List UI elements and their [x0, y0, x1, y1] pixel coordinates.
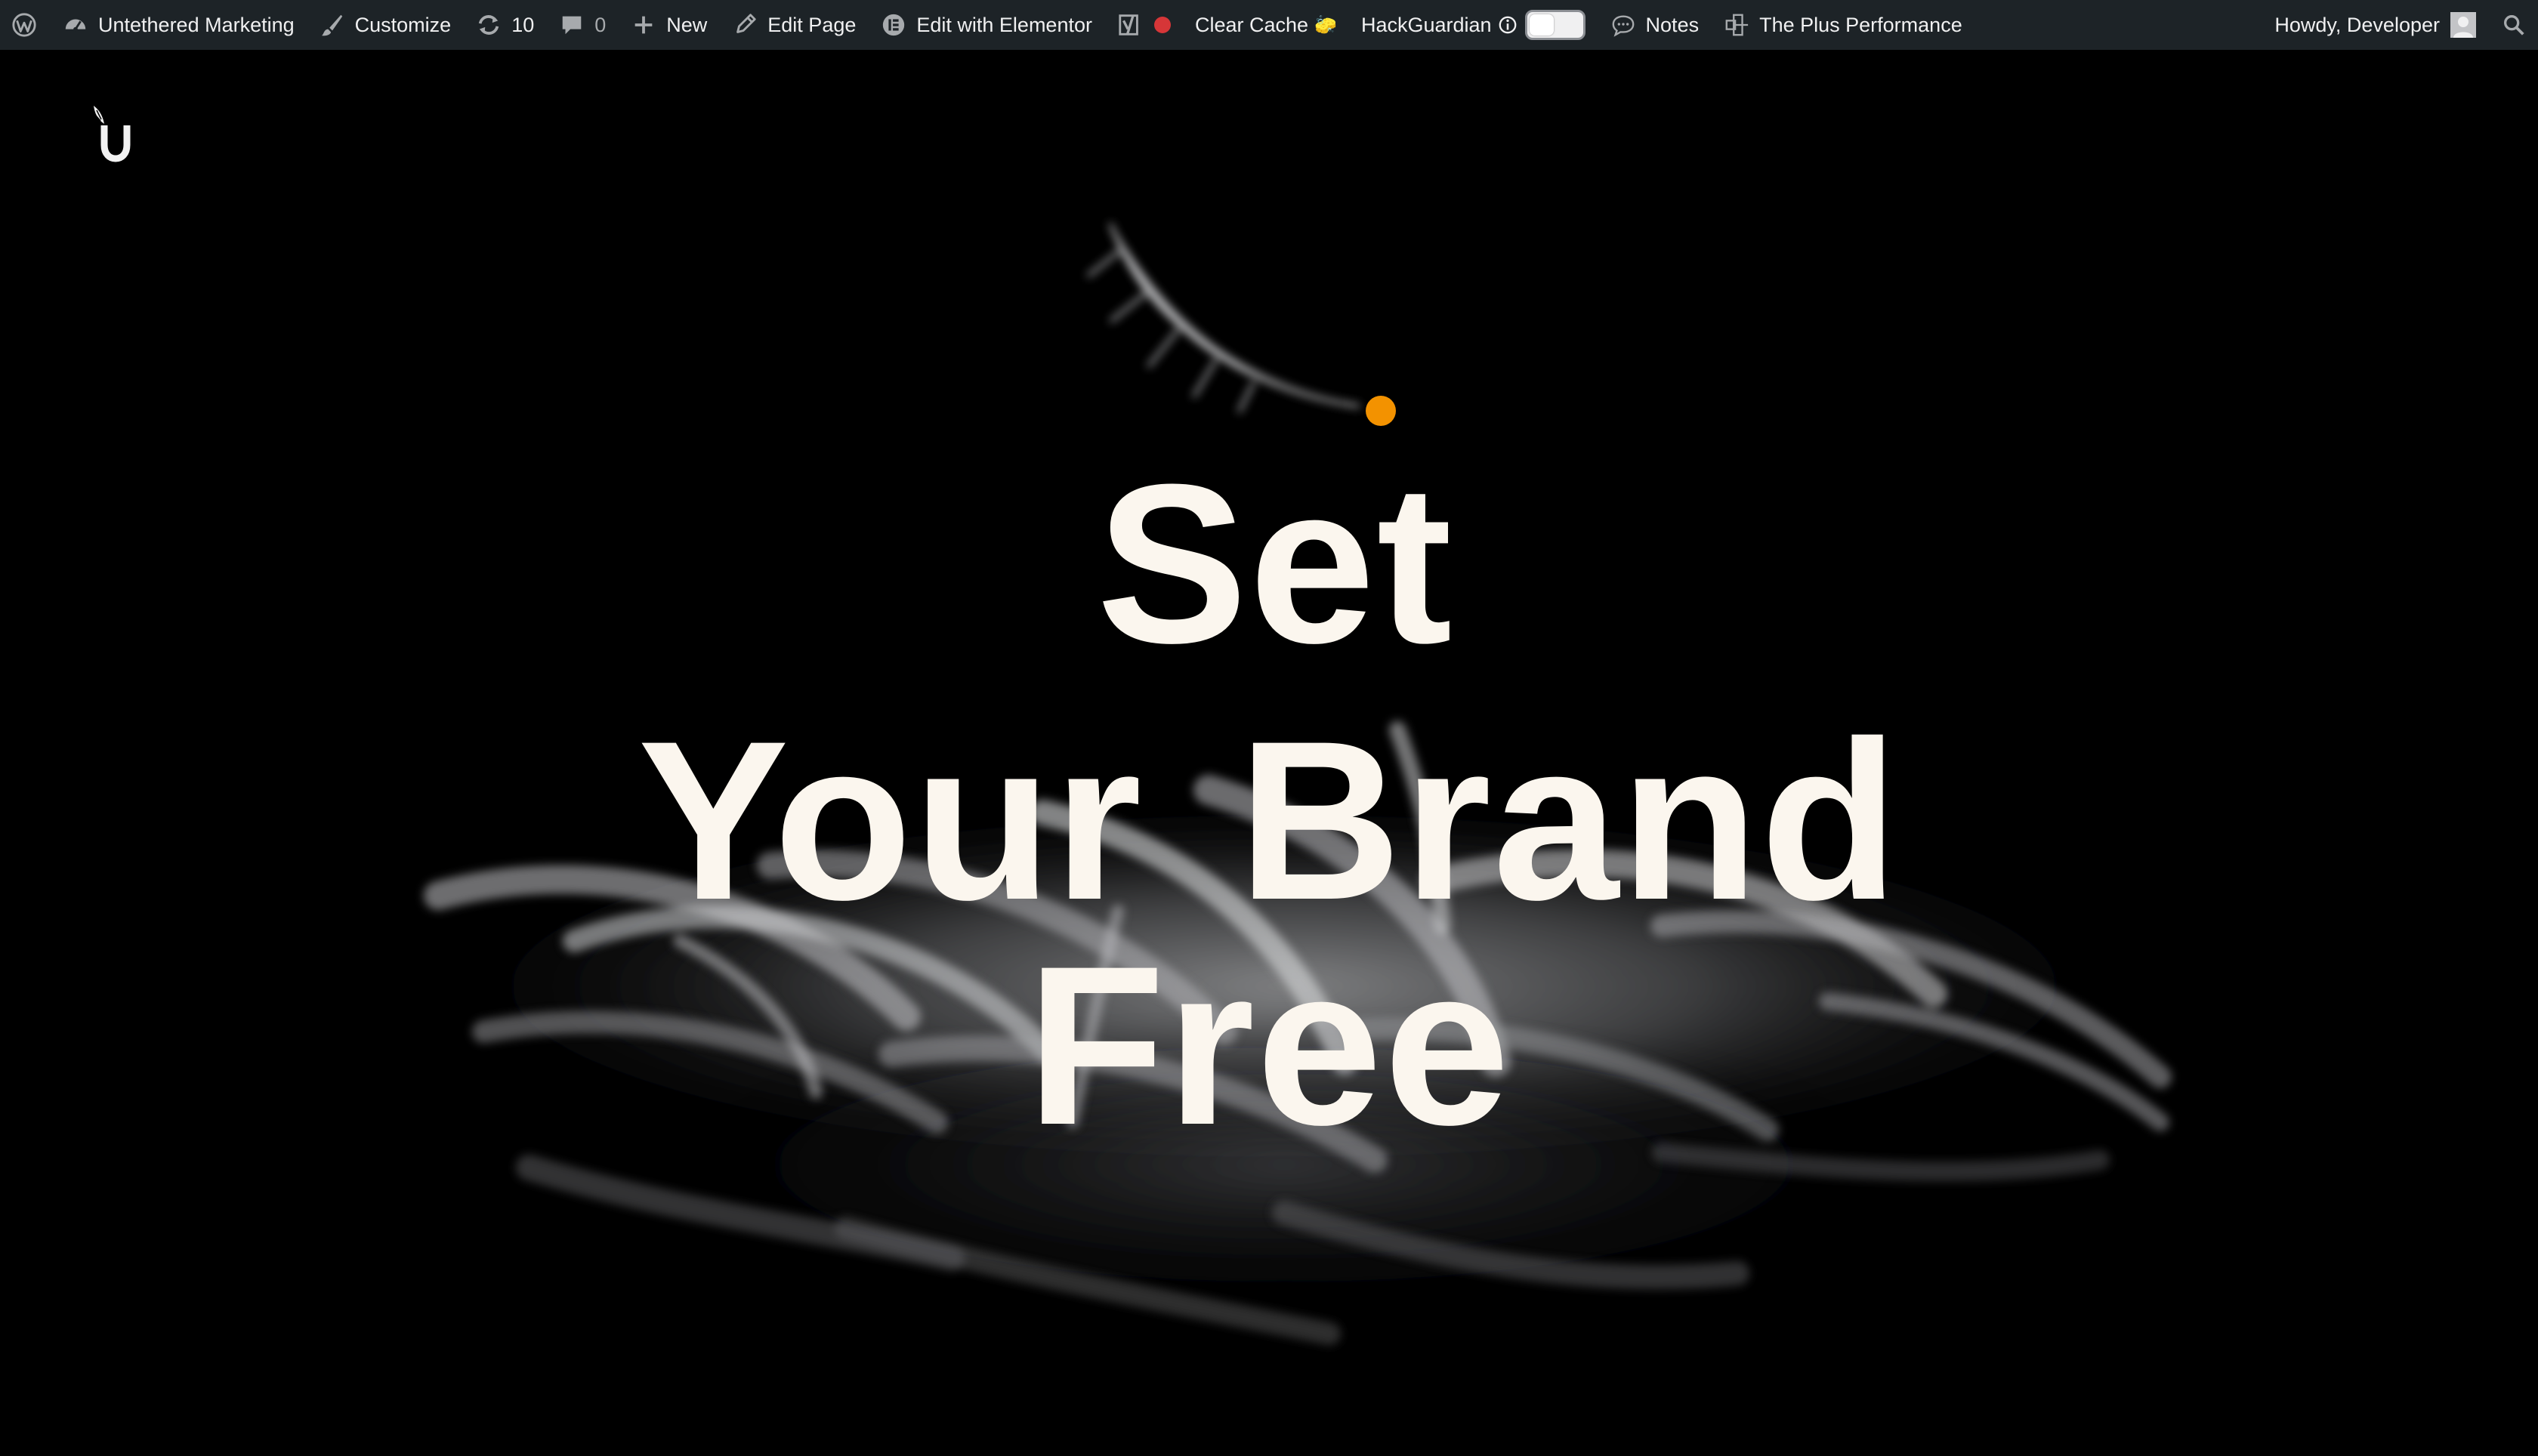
elementor-icon: [880, 11, 907, 39]
hero-section: Set Your Brand Free: [0, 50, 2538, 1456]
updates-count: 10: [511, 13, 535, 36]
headline-line-3: Free: [1027, 918, 1511, 1172]
wp-admin-bar: Untethered Marketing Customize 10 0 New: [0, 0, 2538, 50]
new-label: New: [666, 13, 708, 36]
dashboard-icon: [62, 11, 89, 39]
user-avatar: [2450, 12, 2476, 38]
yoast-seo-menu[interactable]: [1104, 0, 1183, 50]
customize-label: Customize: [354, 13, 452, 36]
headline-line-1: Set: [1096, 436, 1454, 690]
clear-cache-button[interactable]: Clear Cache 🧽: [1183, 0, 1349, 50]
edit-page-button[interactable]: Edit Page: [719, 0, 868, 50]
info-icon: [1498, 15, 1518, 35]
edit-with-elementor-button[interactable]: Edit with Elementor: [868, 0, 1104, 50]
admin-bar-right: Howdy, Developer: [2262, 0, 2538, 50]
plus-performance-icon: [1723, 11, 1750, 39]
admin-bar-left: Untethered Marketing Customize 10 0 New: [0, 0, 1975, 50]
customize-button[interactable]: Customize: [307, 0, 464, 50]
howdy-label: Howdy, Developer: [2274, 13, 2440, 36]
admin-search-button[interactable]: [2488, 0, 2538, 50]
seo-status-dot: [1153, 17, 1171, 33]
comments-count: 0: [594, 13, 607, 36]
updates-refresh-icon: [475, 11, 502, 39]
updates-button[interactable]: 10: [463, 0, 546, 50]
headline-line-2: Your Brand: [638, 693, 1900, 947]
notes-button[interactable]: Notes: [1598, 0, 1712, 50]
my-account-menu[interactable]: Howdy, Developer: [2262, 0, 2488, 50]
sponge-icon: 🧽: [1314, 14, 1337, 35]
clear-cache-label: Clear Cache: [1194, 13, 1309, 36]
hackguardian-label: HackGuardian: [1360, 13, 1492, 36]
wp-logo-menu[interactable]: [0, 0, 50, 50]
wordpress-icon: [11, 11, 38, 39]
pencil-icon: [731, 11, 758, 39]
site-name-label: Untethered Marketing: [98, 13, 295, 36]
hackguardian-toggle[interactable]: [1524, 10, 1585, 40]
search-icon: [2500, 11, 2527, 39]
new-content-button[interactable]: New: [618, 0, 719, 50]
elementor-label: Edit with Elementor: [916, 13, 1092, 36]
comment-bubble-icon: [558, 11, 585, 39]
paintbrush-icon: [319, 11, 346, 39]
plus-icon: [630, 11, 657, 39]
hero-headline: Set Your Brand Free: [0, 50, 2538, 1456]
plus-performance-label: The Plus Performance: [1759, 13, 1962, 36]
plus-performance-menu[interactable]: The Plus Performance: [1711, 0, 1975, 50]
notes-label: Notes: [1645, 13, 1700, 36]
toggle-knob: [1529, 14, 1554, 35]
hackguardian-menu[interactable]: HackGuardian: [1349, 0, 1598, 50]
yoast-icon: [1116, 11, 1144, 39]
edit-page-label: Edit Page: [767, 13, 857, 36]
speech-bubble-icon: [1610, 11, 1637, 39]
site-name-menu[interactable]: Untethered Marketing: [50, 0, 307, 50]
comments-button[interactable]: 0: [546, 0, 618, 50]
